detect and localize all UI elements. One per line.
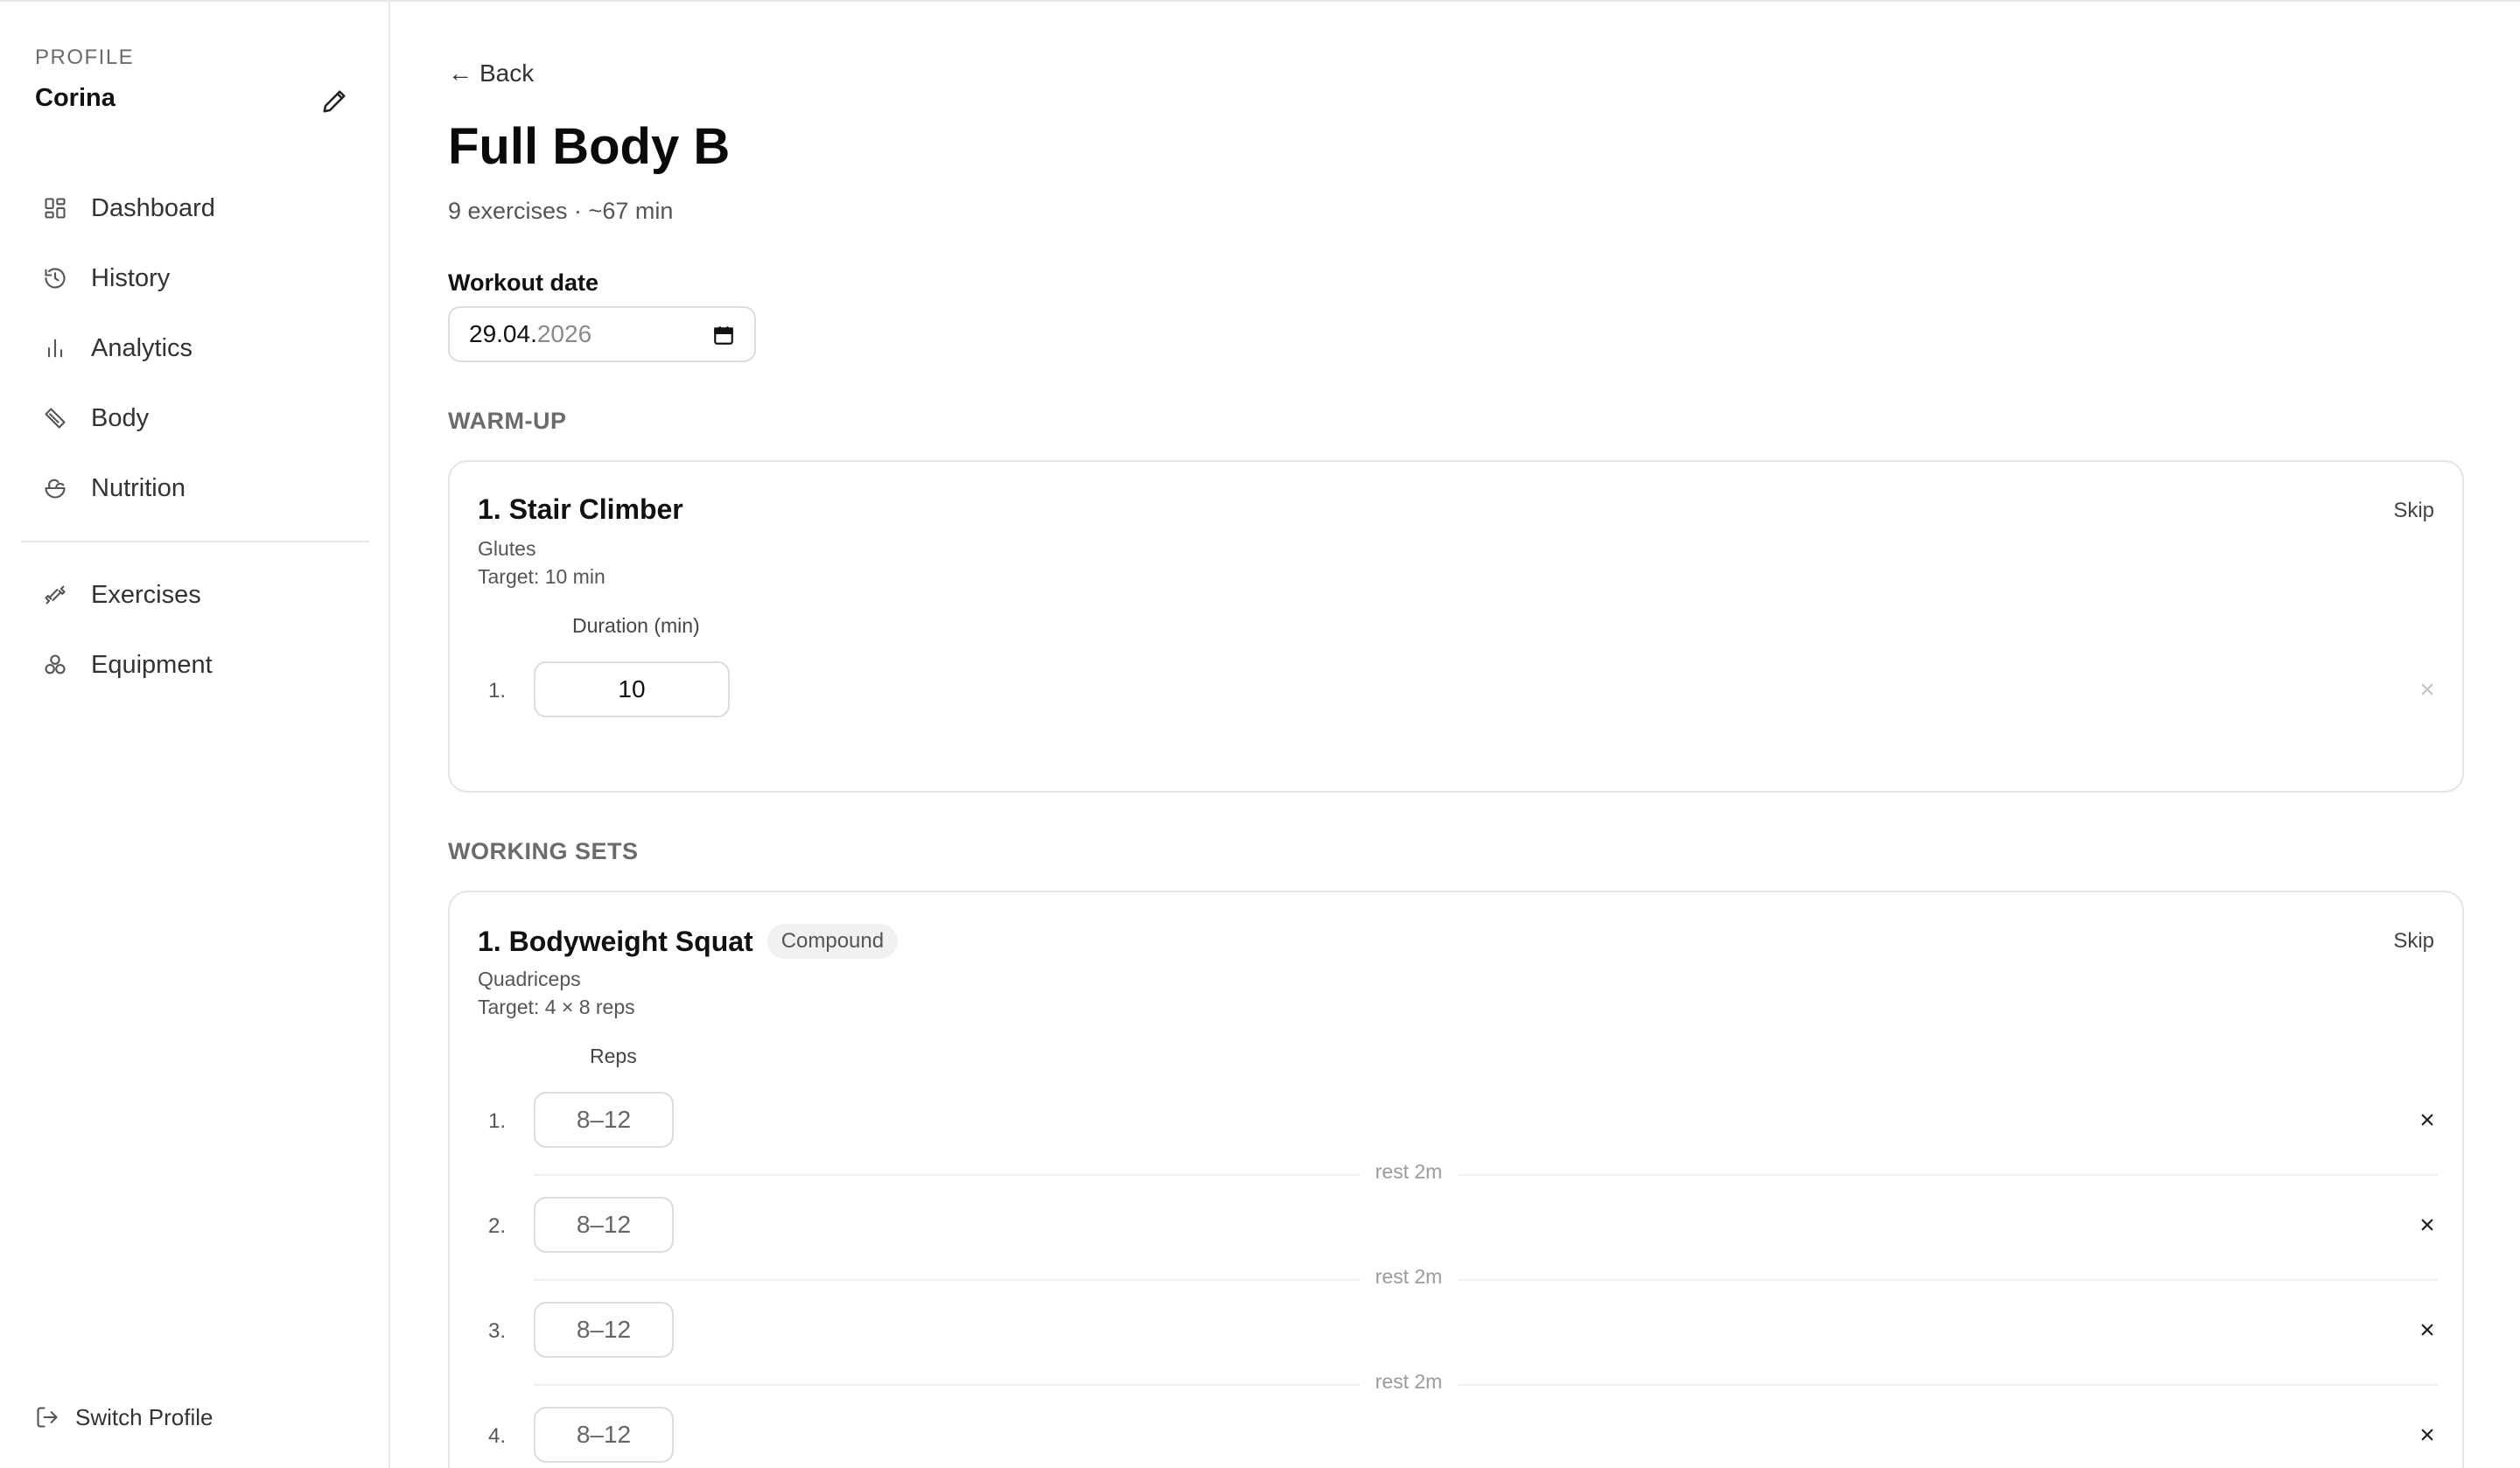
weights-icon bbox=[40, 650, 70, 680]
reps-input[interactable]: 8–12 bbox=[534, 1407, 674, 1463]
exercise-muscle: Glutes bbox=[478, 537, 536, 560]
page-title: Full Body B bbox=[448, 118, 731, 175]
dashboard-grid-icon bbox=[40, 193, 70, 223]
remove-set-button[interactable] bbox=[2413, 1211, 2441, 1239]
app-root: PROFILE Corina Dashboard History Analyti… bbox=[0, 0, 2520, 1468]
date-year: 2026 bbox=[536, 320, 592, 347]
close-icon bbox=[2421, 1114, 2433, 1126]
exercise-title: 1. Stair Climber bbox=[478, 493, 683, 526]
back-label: Back bbox=[480, 59, 535, 87]
exercise-target: Target: 4 × 8 reps bbox=[478, 996, 635, 1018]
rest-divider bbox=[534, 1384, 2438, 1386]
dumbbell-icon bbox=[40, 580, 70, 610]
exercise-title: 1. Bodyweight Squat Compound bbox=[478, 924, 899, 959]
section-heading-working-sets: WORKING SETS bbox=[448, 838, 639, 864]
set-number: 4. bbox=[488, 1424, 507, 1448]
sidebar-item-label: Analytics bbox=[91, 333, 193, 362]
reps-input[interactable]: 8–12 bbox=[534, 1302, 674, 1358]
date-day-month: 29.04. bbox=[469, 320, 537, 347]
exercise-muscle: Quadriceps bbox=[478, 968, 581, 990]
exercise-target: Target: 10 min bbox=[478, 565, 606, 588]
compound-badge: Compound bbox=[766, 924, 899, 959]
column-header-duration: Duration (min) bbox=[572, 614, 700, 637]
rest-label: rest 2m bbox=[1359, 1265, 1459, 1289]
switch-profile-label: Switch Profile bbox=[75, 1403, 214, 1430]
rest-label: rest 2m bbox=[1359, 1160, 1459, 1184]
sidebar-item-history[interactable]: History bbox=[21, 250, 369, 306]
bar-chart-icon bbox=[40, 333, 70, 363]
edit-profile-button[interactable] bbox=[317, 84, 352, 119]
set-number: 3. bbox=[488, 1319, 507, 1343]
column-header-reps: Reps bbox=[590, 1045, 637, 1067]
exercise-title-text: 1. Stair Climber bbox=[478, 493, 683, 525]
workout-date-label: Workout date bbox=[448, 269, 599, 296]
reps-input[interactable]: 8–12 bbox=[534, 1092, 674, 1148]
exercise-card: 1. Stair Climber Skip Glutes Target: 10 … bbox=[448, 460, 2464, 793]
rest-label: rest 2m bbox=[1359, 1370, 1459, 1394]
set-number: 2. bbox=[488, 1214, 507, 1238]
skip-button[interactable]: Skip bbox=[2393, 499, 2434, 523]
sidebar-item-label: Equipment bbox=[91, 650, 213, 679]
set-number: 1. bbox=[488, 1109, 507, 1133]
sidebar-item-analytics[interactable]: Analytics bbox=[21, 320, 369, 376]
sidebar-item-body[interactable]: Body bbox=[21, 390, 369, 446]
set-number: 1. bbox=[488, 679, 507, 703]
remove-set-button[interactable] bbox=[2413, 675, 2441, 703]
rest-divider bbox=[534, 1174, 2438, 1176]
pencil-icon bbox=[323, 90, 346, 113]
close-icon bbox=[2421, 1429, 2433, 1441]
main-content: ← Back Full Body B 9 exercises · ~67 min… bbox=[392, 2, 2520, 1468]
arrow-left-icon: ← bbox=[448, 59, 472, 87]
switch-profile-button[interactable]: Switch Profile bbox=[35, 1396, 214, 1438]
salad-bowl-icon bbox=[40, 473, 70, 503]
back-link[interactable]: ← Back bbox=[448, 59, 534, 87]
sidebar-item-nutrition[interactable]: Nutrition bbox=[21, 460, 369, 516]
reps-input[interactable]: 8–12 bbox=[534, 1197, 674, 1253]
sidebar-item-label: Exercises bbox=[91, 580, 201, 609]
exercise-title-text: 1. Bodyweight Squat bbox=[478, 925, 753, 957]
profile-caption: PROFILE bbox=[35, 45, 135, 69]
sidebar-item-label: Dashboard bbox=[91, 193, 215, 222]
sidebar-item-exercises[interactable]: Exercises bbox=[21, 567, 369, 623]
sidebar-item-equipment[interactable]: Equipment bbox=[21, 637, 369, 693]
ruler-icon bbox=[40, 403, 70, 433]
sidebar: PROFILE Corina Dashboard History Analyti… bbox=[0, 2, 390, 1468]
profile-name: Corina bbox=[35, 84, 116, 112]
close-icon bbox=[2421, 683, 2433, 696]
history-clock-icon bbox=[40, 263, 70, 293]
remove-set-button[interactable] bbox=[2413, 1106, 2441, 1134]
workout-date-input[interactable]: 29.04. 2026 bbox=[448, 306, 756, 362]
sidebar-item-dashboard[interactable]: Dashboard bbox=[21, 180, 369, 236]
remove-set-button[interactable] bbox=[2413, 1421, 2441, 1449]
section-heading-warmup: WARM-UP bbox=[448, 408, 567, 434]
sidebar-divider bbox=[21, 541, 369, 542]
close-icon bbox=[2421, 1219, 2433, 1231]
remove-set-button[interactable] bbox=[2413, 1316, 2441, 1344]
exercise-card: 1. Bodyweight Squat Compound Skip Quadri… bbox=[448, 891, 2464, 1468]
close-icon bbox=[2421, 1324, 2433, 1336]
duration-input[interactable]: 10 bbox=[534, 661, 730, 717]
calendar-icon[interactable] bbox=[712, 324, 735, 346]
sidebar-item-label: Body bbox=[91, 403, 150, 432]
log-out-icon bbox=[37, 1407, 58, 1428]
page-subtitle: 9 exercises · ~67 min bbox=[448, 198, 674, 224]
sidebar-item-label: Nutrition bbox=[91, 473, 186, 502]
rest-divider bbox=[534, 1279, 2438, 1281]
skip-button[interactable]: Skip bbox=[2393, 929, 2434, 954]
sidebar-item-label: History bbox=[91, 263, 171, 292]
